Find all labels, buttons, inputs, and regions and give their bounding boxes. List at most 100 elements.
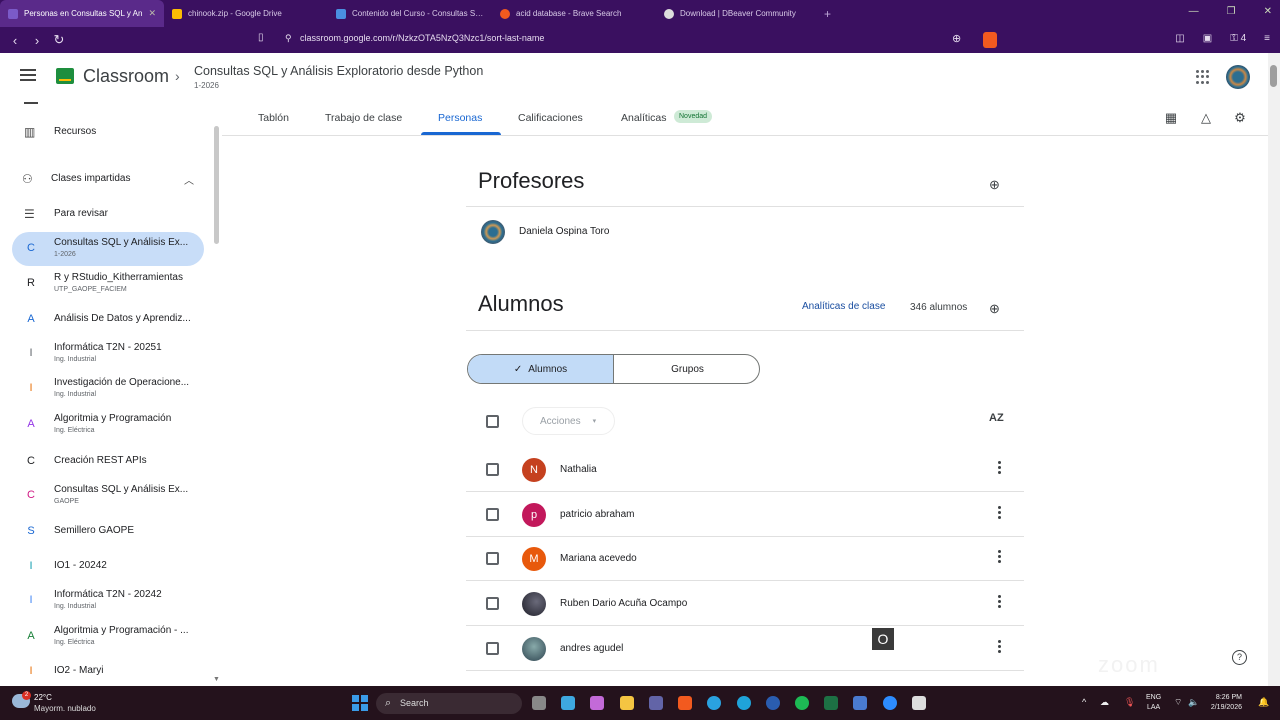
sidebar-class-item[interactable]: I IO1 - 20242 xyxy=(0,557,210,577)
chevron-up-icon[interactable]: ︿ xyxy=(184,172,194,187)
site-info-icon[interactable]: ⚲ xyxy=(285,33,292,44)
copilot-icon[interactable] xyxy=(590,696,604,710)
microphone-icon[interactable]: 🎙 xyxy=(1124,697,1135,708)
acciones-dropdown[interactable]: Acciones ▾ xyxy=(522,407,615,435)
sidebar-item-para-revisar[interactable]: ☰ Para revisar xyxy=(0,205,210,225)
student-checkbox[interactable] xyxy=(486,552,499,565)
sidebar-class-item[interactable]: I Informática T2N - 20242 Ing. Industria… xyxy=(0,586,210,616)
sidebar-toggle-icon[interactable]: ◫ xyxy=(1175,33,1184,44)
tray-chevron-icon[interactable]: ^ xyxy=(1082,697,1086,707)
select-all-checkbox[interactable] xyxy=(486,415,499,428)
vpn-icon[interactable]: ⚿ 4 xyxy=(1230,33,1246,44)
course-title[interactable]: Consultas SQL y Análisis Exploratorio de… xyxy=(194,64,483,78)
student-checkbox[interactable] xyxy=(486,642,499,655)
sort-az-icon[interactable]: AZ xyxy=(989,412,1004,424)
help-icon[interactable]: ? xyxy=(1232,650,1247,665)
tab-calificaciones[interactable]: Calificaciones xyxy=(518,112,583,124)
analiticas-de-clase-link[interactable]: Analíticas de clase xyxy=(802,301,885,312)
app-name[interactable]: Classroom xyxy=(83,66,169,87)
back-icon[interactable]: ‹ xyxy=(4,33,26,48)
student-checkbox[interactable] xyxy=(486,597,499,610)
more-options-icon[interactable] xyxy=(998,506,1002,521)
more-options-icon[interactable] xyxy=(998,595,1002,610)
language-indicator[interactable]: ENG LAA xyxy=(1146,693,1161,713)
student-row[interactable]: Ruben Dario Acuña Ocampo xyxy=(466,581,1024,626)
sidebar-section-clases-impartidas[interactable]: ⚇ Clases impartidas ︿ xyxy=(0,170,210,190)
taskbar-search[interactable]: Search xyxy=(376,693,522,714)
browser-tab-brave-search[interactable]: acid database - Brave Search xyxy=(492,0,656,27)
address-input[interactable]: classroom.google.com/r/NzkzOTA5NzQ3Nzc1/… xyxy=(300,33,544,43)
close-window-icon[interactable]: ✕ xyxy=(1264,6,1272,17)
remote-desktop-icon[interactable] xyxy=(853,696,867,710)
sidebar-scrollbar[interactable] xyxy=(214,126,219,244)
scroll-down-icon[interactable]: ▼ xyxy=(213,676,220,683)
tab-personas[interactable]: Personas xyxy=(438,112,482,124)
menu-icon[interactable]: ≡ xyxy=(1264,33,1270,44)
invite-teacher-icon[interactable]: ⊕ xyxy=(989,177,1007,192)
segment-grupos[interactable]: Grupos xyxy=(614,355,759,383)
new-tab-icon[interactable]: + xyxy=(824,7,831,21)
tab-trabajo-de-clase[interactable]: Trabajo de clase xyxy=(325,112,402,124)
browser-tab-personas[interactable]: Personas en Consultas SQL y An ✕ xyxy=(0,0,164,27)
browser-tab-drive[interactable]: chinook.zip - Google Drive xyxy=(164,0,328,27)
excel-icon[interactable] xyxy=(824,696,838,710)
google-apps-icon[interactable] xyxy=(1196,70,1210,84)
account-avatar[interactable] xyxy=(1226,65,1250,89)
calendar-icon[interactable]: ▦ xyxy=(1164,111,1178,125)
sidebar-class-item[interactable]: I Informática T2N - 20251 Ing. Industria… xyxy=(0,339,210,369)
page-scrollbar[interactable] xyxy=(1268,53,1280,686)
minimize-icon[interactable]: — xyxy=(1189,6,1199,17)
sidebar-class-item[interactable]: I IO2 - Maryi xyxy=(0,662,210,682)
student-checkbox[interactable] xyxy=(486,508,499,521)
forward-icon[interactable]: › xyxy=(26,33,48,48)
scroll-thumb[interactable] xyxy=(1270,65,1277,87)
settings-gear-icon[interactable]: ⚙ xyxy=(1233,111,1247,125)
student-row[interactable]: andres agudel O xyxy=(466,626,1024,671)
network-icon[interactable]: ☁ xyxy=(1100,697,1109,708)
task-view-icon[interactable] xyxy=(532,696,546,710)
spotify-icon[interactable] xyxy=(795,696,809,710)
reload-icon[interactable]: ↻ xyxy=(48,32,70,48)
wifi-icon[interactable]: ⌔ xyxy=(1174,697,1182,708)
edge-icon[interactable] xyxy=(737,696,751,710)
sidebar-class-item[interactable]: A Algoritmia y Programación Ing. Eléctri… xyxy=(0,410,210,440)
brave-shields-icon[interactable] xyxy=(983,32,997,48)
store-icon[interactable] xyxy=(561,696,575,710)
main-menu-icon[interactable] xyxy=(20,69,36,81)
windows-start-icon[interactable] xyxy=(352,695,368,711)
bookmark-icon[interactable]: ▯ xyxy=(258,32,264,43)
zoom-icon[interactable]: ⊕ xyxy=(952,32,961,45)
telegram-icon[interactable] xyxy=(707,696,721,710)
wallet-icon[interactable]: ▣ xyxy=(1203,33,1212,44)
sidebar-item-recursos[interactable]: ▥ Recursos xyxy=(0,123,210,143)
sidebar-class-item[interactable]: A Análisis De Datos y Aprendiz... xyxy=(0,309,210,329)
sidebar-class-item[interactable]: I Investigación de Operacione... Ing. In… xyxy=(0,374,210,404)
browser-tab-dbeaver[interactable]: Download | DBeaver Community xyxy=(656,0,820,27)
volume-icon[interactable]: 🔈 xyxy=(1188,697,1199,708)
classroom-logo-icon[interactable] xyxy=(56,68,74,84)
sidebar-class-item[interactable]: A Algoritmia y Programación - ... Ing. E… xyxy=(0,622,210,652)
teams-icon[interactable] xyxy=(649,696,663,710)
segment-alumnos[interactable]: ✓ Alumnos xyxy=(468,355,614,383)
vscode-icon[interactable] xyxy=(766,696,780,710)
tab-analiticas[interactable]: Analíticas xyxy=(621,112,667,124)
taskbar-clock[interactable]: 8:26 PM 2/19/2026 xyxy=(1200,693,1242,713)
notifications-icon[interactable]: 🔔 xyxy=(1258,697,1269,708)
more-options-icon[interactable] xyxy=(998,550,1002,565)
close-tab-icon[interactable]: ✕ xyxy=(148,8,156,19)
browser-tab-contenido[interactable]: Contenido del Curso - Consultas SQL xyxy=(328,0,492,27)
tab-tablon[interactable]: Tablón xyxy=(258,112,289,124)
more-options-icon[interactable] xyxy=(998,640,1002,655)
more-options-icon[interactable] xyxy=(998,461,1002,476)
sidebar-class-item[interactable]: S Semillero GAOPE xyxy=(0,522,210,542)
maximize-icon[interactable]: ❐ xyxy=(1227,6,1236,17)
sidebar-class-item[interactable]: C Creación REST APIs xyxy=(0,452,210,472)
sidebar-class-item[interactable]: C Consultas SQL y Análisis Ex... GAOPE xyxy=(0,481,210,511)
student-row[interactable]: M Mariana acevedo xyxy=(466,536,1024,581)
invite-student-icon[interactable]: ⊕ xyxy=(989,301,1007,316)
student-checkbox[interactable] xyxy=(486,463,499,476)
app-icon[interactable] xyxy=(912,696,926,710)
sidebar-class-item[interactable]: C Consultas SQL y Análisis Ex... 1-2026 xyxy=(0,234,210,264)
zoom-icon[interactable] xyxy=(883,696,897,710)
student-row[interactable]: p patricio abraham xyxy=(466,492,1024,537)
